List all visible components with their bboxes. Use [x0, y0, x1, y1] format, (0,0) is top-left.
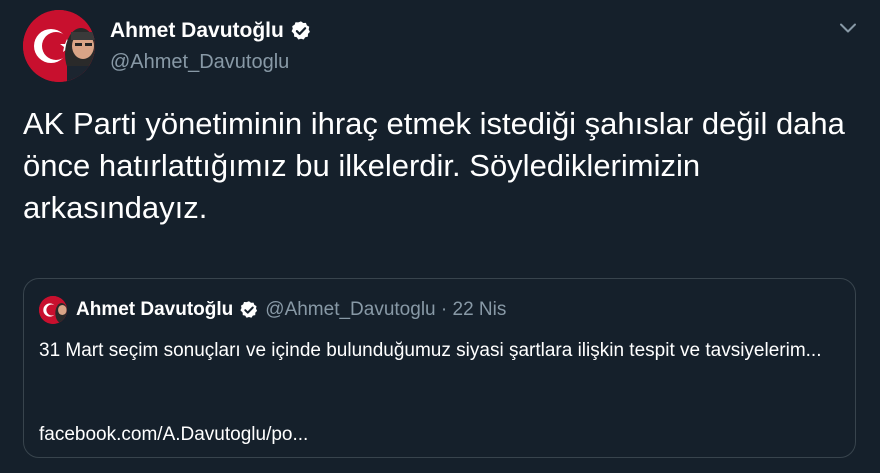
tweet: Ahmet Davutoğlu @Ahmet_Davutoglu AK Part…: [0, 0, 880, 473]
quoted-text: 31 Mart seçim sonuçları ve içinde bulund…: [39, 340, 822, 361]
quoted-author-handle: @Ahmet_Davutoglu: [265, 299, 436, 320]
tweet-text: AK Parti yönetiminin ihraç etmek istediğ…: [23, 106, 845, 225]
quoted-date: 22 Nis: [452, 299, 507, 320]
verified-badge-icon: [239, 300, 259, 320]
chevron-down-icon[interactable]: [838, 18, 858, 38]
avatar-image: [23, 10, 95, 82]
verified-badge-icon: [290, 20, 312, 42]
quoted-link[interactable]: facebook.com/A.Davutoglu/po...: [39, 423, 308, 447]
quoted-author-avatar: [39, 296, 67, 324]
quoted-author-name: Ahmet Davutoğlu: [76, 299, 234, 320]
quoted-tweet-card[interactable]: Ahmet Davutoğlu @Ahmet_Davutoglu · 22 Ni…: [23, 278, 856, 458]
author-name-row: Ahmet Davutoğlu: [110, 18, 312, 44]
author-avatar[interactable]: [23, 10, 95, 82]
quoted-header: Ahmet Davutoğlu @Ahmet_Davutoglu · 22 Ni…: [76, 298, 506, 322]
quoted-separator: ·: [435, 299, 453, 320]
author-name[interactable]: Ahmet Davutoğlu: [110, 18, 284, 44]
author-handle[interactable]: @Ahmet_Davutoglu: [110, 50, 289, 74]
